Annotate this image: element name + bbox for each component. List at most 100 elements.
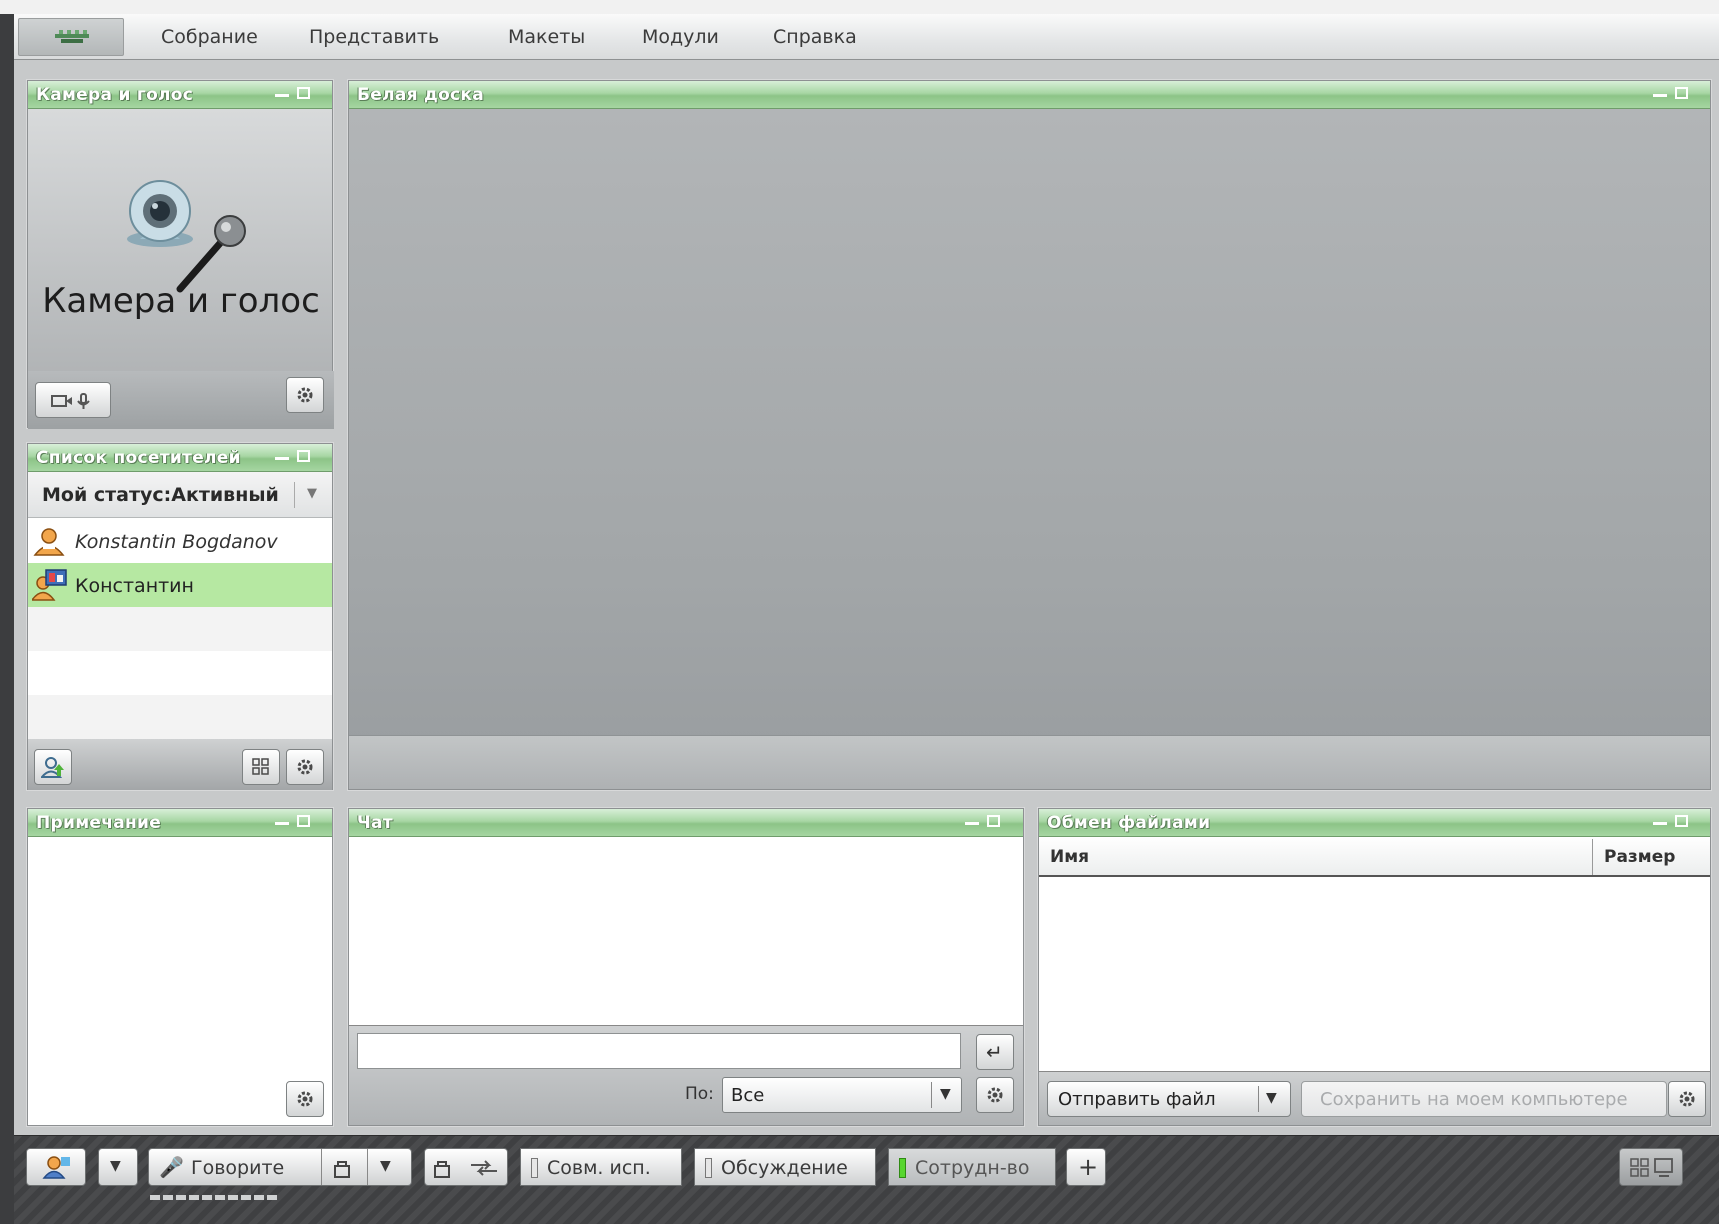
menu-layouts[interactable]: Макеты (508, 26, 585, 48)
gear-icon (297, 387, 313, 403)
minimize-icon[interactable] (275, 94, 289, 97)
divider (367, 1149, 368, 1185)
view-mode-button[interactable] (242, 749, 280, 785)
column-name[interactable]: Имя (1050, 847, 1089, 867)
webcam-panel: Камера и голос Камера и голос (27, 80, 334, 429)
attendee-row-selected[interactable]: Константин (28, 563, 332, 607)
divider (294, 482, 295, 508)
webcam-toolbar (28, 371, 334, 429)
maximize-icon[interactable] (297, 815, 310, 827)
menu-bar: Собрание Представить Макеты Модули Справ… (14, 14, 1719, 60)
enter-icon: ↵ (986, 1040, 1003, 1064)
divider (321, 1149, 322, 1185)
presenter-user-icon (32, 569, 67, 601)
upload-file-button[interactable]: Отправить файл ▼ (1047, 1081, 1291, 1117)
lock-icon (434, 1161, 450, 1178)
attendee-panel-title: Список посетителей (36, 448, 241, 468)
view-toggle-button[interactable] (1619, 1148, 1683, 1186)
upload-file-label: Отправить файл (1058, 1089, 1216, 1110)
minimize-icon[interactable] (275, 457, 289, 460)
menu-present[interactable]: Представить (309, 26, 439, 48)
menu-modules[interactable]: Модули (642, 26, 719, 48)
notes-title: Примечание (36, 813, 162, 833)
tab-indicator (705, 1158, 712, 1178)
attendee-list-panel: Список посетителей Мой статус:Активный ▼… (27, 443, 333, 790)
tab-label: Обсуждение (721, 1157, 848, 1179)
camera-mic-icon (51, 393, 90, 409)
minimize-icon[interactable] (965, 822, 979, 825)
webcam-caption: Камера и голос (42, 281, 320, 321)
status-selector[interactable]: Мой статус:Активный ▼ (28, 472, 332, 518)
chevron-down-icon: ▼ (380, 1158, 391, 1174)
file-toolbar: Отправить файл ▼ Сохранить на моем компь… (1039, 1071, 1710, 1125)
layout-tab-collaboration[interactable]: Сотрудн-во (888, 1148, 1056, 1186)
webcam-panel-titlebar[interactable]: Камера и голос (28, 81, 332, 109)
file-share-title: Обмен файлами (1047, 813, 1211, 833)
whiteboard-titlebar[interactable]: Белая доска (349, 81, 1710, 109)
chat-recipient-value: Все (731, 1085, 765, 1106)
chat-messages[interactable] (349, 837, 1023, 1025)
chat-titlebar[interactable]: Чат (349, 809, 1023, 837)
whiteboard-panel: Белая доска (348, 80, 1711, 790)
host-user-icon (33, 528, 65, 556)
chat-recipient-label: По: (685, 1084, 714, 1104)
notes-panel: Примечание (27, 808, 333, 1126)
chevron-down-icon[interactable]: ▼ (1266, 1090, 1277, 1106)
maximize-icon[interactable] (297, 87, 310, 99)
attendee-settings-button[interactable] (286, 749, 324, 785)
chat-title: Чат (357, 813, 393, 833)
maximize-icon[interactable] (1675, 87, 1688, 99)
notes-titlebar[interactable]: Примечание (28, 809, 332, 837)
menu-help[interactable]: Справка (773, 26, 857, 48)
talk-button[interactable]: 🎤 Говорите ▼ (148, 1148, 412, 1186)
maximize-icon[interactable] (297, 450, 310, 462)
raise-hand-button[interactable] (34, 749, 72, 785)
send-message-button[interactable]: ↵ (976, 1034, 1014, 1070)
screen-top-edge (0, 0, 1719, 14)
webcam-panel-title: Камера и голос (36, 85, 194, 105)
chat-message-input[interactable] (357, 1033, 961, 1069)
file-share-titlebar[interactable]: Обмен файлами (1039, 809, 1710, 837)
layout-tab-share[interactable]: Совм. исп. (520, 1148, 682, 1186)
divider (931, 1082, 932, 1108)
chat-recipient-select[interactable]: Все ▼ (722, 1077, 962, 1113)
file-table-header: Имя Размер (1039, 837, 1710, 877)
swap-layout-icon (471, 1160, 497, 1176)
add-layout-button[interactable]: + (1066, 1148, 1106, 1186)
maximize-icon[interactable] (987, 815, 1000, 827)
notes-settings-button[interactable] (286, 1081, 324, 1117)
lock-icon (334, 1161, 350, 1178)
status-button[interactable] (26, 1148, 86, 1186)
layout-tab-discussion[interactable]: Обсуждение (694, 1148, 876, 1186)
attendee-name: Konstantin Bogdanov (75, 531, 278, 553)
app-logo-button[interactable] (18, 18, 124, 56)
column-size[interactable]: Размер (1604, 847, 1675, 867)
save-to-computer-button[interactable]: Сохранить на моем компьютере (1301, 1081, 1667, 1117)
app-logo-icon (55, 30, 89, 43)
layout-lock-button[interactable] (424, 1148, 508, 1186)
attendee-panel-titlebar[interactable]: Список посетителей (28, 444, 332, 472)
maximize-icon[interactable] (1675, 815, 1688, 827)
bottom-taskbar: ▼ 🎤 Говорите ▼ Совм. исп. Обсуждение Сот… (14, 1135, 1719, 1224)
attendee-row[interactable]: Konstantin Bogdanov (28, 519, 332, 563)
minimize-icon[interactable] (1653, 94, 1667, 97)
camera-mic-toggle-button[interactable] (35, 382, 111, 418)
chat-panel: Чат ↵ По: Все ▼ (348, 808, 1024, 1126)
tab-label: Сотрудн-во (915, 1157, 1030, 1179)
status-menu-button[interactable]: ▼ (98, 1148, 138, 1186)
menu-meeting[interactable]: Собрание (161, 26, 258, 48)
chevron-down-icon[interactable]: ▼ (307, 486, 317, 501)
user-upload-icon (41, 757, 64, 778)
audio-level-meter (150, 1195, 280, 1200)
gear-icon (297, 759, 313, 775)
empty-row (28, 607, 332, 651)
tab-label: Совм. исп. (547, 1157, 651, 1179)
webcam-microphone-icon (127, 180, 246, 293)
minimize-icon[interactable] (275, 822, 289, 825)
talk-label: Говорите (191, 1157, 285, 1179)
chat-settings-button[interactable] (976, 1077, 1014, 1113)
webcam-settings-button[interactable] (286, 377, 324, 413)
file-settings-button[interactable] (1668, 1081, 1706, 1117)
minimize-icon[interactable] (1653, 822, 1667, 825)
gear-icon (297, 1091, 313, 1107)
